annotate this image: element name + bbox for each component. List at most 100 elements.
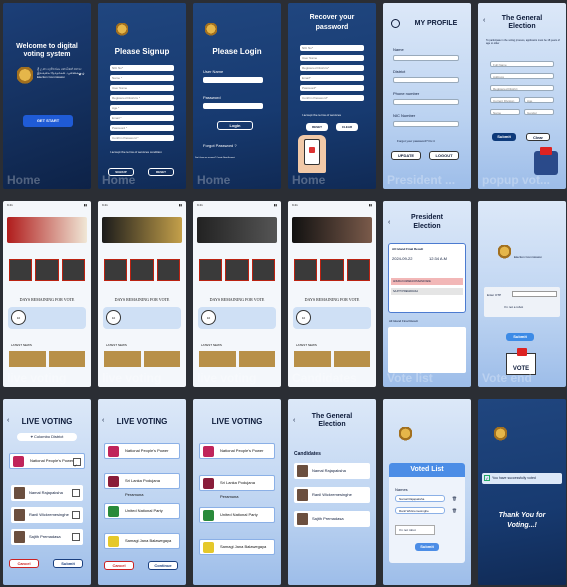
submit-button[interactable]: Submit [53,559,83,568]
candidate-item[interactable]: Ranil Wickremesinghe [294,487,370,503]
username-field[interactable]: User Name [110,85,174,91]
names-label: Names [395,487,408,492]
age-field[interactable]: Age * [110,105,174,111]
org-text: ශ්‍රී ලංකා මැතිවරණ කොමිෂන් සභාව இலங்கை தே… [37,67,85,79]
name-input[interactable] [393,55,459,61]
submit-button[interactable]: Submit [415,543,439,551]
emblem-icon [116,23,128,38]
dashboard-screen-4: 9:41 ▮▮ DAYS REMAINING FOR VOTE 10 LATEST… [288,201,376,387]
party-item[interactable]: National People's Power [104,443,180,459]
clear-button[interactable]: Clear [526,133,550,141]
phone-input[interactable] [393,99,459,105]
nic-field[interactable]: NIC No* [300,45,364,51]
name-field[interactable]: Name * [110,75,174,81]
trash-icon[interactable]: 🗑 [452,508,457,513]
party-item[interactable]: United National Party [104,503,180,519]
org-text: Election Commission [514,255,543,259]
frame-label: Vote end [482,371,532,385]
candidate-thumbnails [104,259,180,281]
age-field[interactable]: Age [524,97,554,103]
nic-field[interactable]: NIC No* [110,65,174,71]
clear-button[interactable]: CLEAR [336,123,358,131]
registered-district-field[interactable]: Registered District [490,85,554,91]
update-button[interactable]: UPDATE [391,151,421,160]
district-input[interactable] [393,77,459,83]
district-selector[interactable]: ⌖ Colombo District [17,433,77,441]
general-election-screen: ‹ The General Election To participate in… [478,3,566,189]
reset-button[interactable]: RESET [148,168,174,176]
npp-logo-icon [13,456,24,467]
selected-party[interactable]: National People's Power ✓ [9,453,85,469]
nic-input[interactable] [393,121,459,127]
party-item[interactable]: Samagi Jana Balawegaya [104,533,180,549]
otp-input[interactable] [512,291,557,297]
continue-button[interactable]: Continue [148,561,178,570]
dashboard-screen-3: 9:41 ▮▮ DAYS REMAINING FOR VOTE 10 LATEST… [193,201,281,387]
emblem-icon [205,23,217,38]
vote-end-screen: Election Commission Enter OTP I'm not a … [478,201,566,387]
password-input[interactable] [203,103,263,109]
login-button[interactable]: Login [217,121,253,130]
candidate-item[interactable]: Namal Rajapaksha [11,485,83,501]
voted-card: Voted List Names Namal Rajapaksha 🗑 Rani… [389,463,465,563]
countdown-timer: 10 [198,307,276,329]
confirm-password-field[interactable]: Confirm Password* [300,95,364,101]
email-field[interactable]: Email * [110,115,174,121]
forgot-password-link[interactable]: Forgot Password ? [203,143,237,148]
submit-button[interactable]: Submit [492,133,516,141]
candidate-item[interactable]: Sajith Premadasa [294,511,370,527]
email-field[interactable]: Email* [300,75,364,81]
party-item[interactable]: Samagi Jana Balawegaya [199,539,275,555]
latest-news-label: LATEST NEWS [201,343,222,347]
password-field[interactable]: Password* [300,85,364,91]
district-field[interactable]: Registered Districts * [110,95,174,101]
days-circle: 10 [296,310,311,325]
frame-label: Vote list [387,371,433,385]
district-field[interactable]: Registered Districts* [300,65,364,71]
get-start-button[interactable]: GET START [23,115,73,127]
fullname-field[interactable]: Full Name [490,61,554,67]
candidate-item[interactable]: Namal Rajapaksha [294,463,370,479]
trash-icon[interactable]: 🗑 [452,496,457,501]
breakdown-label: All Island Final Result [389,319,418,323]
forgot-link[interactable]: Forgot your password? Fix it [397,139,435,143]
frame-label: Home [292,173,326,187]
slpp-logo-icon [108,476,119,487]
division-field[interactable]: Current Division [490,97,520,103]
gender-field[interactable]: Gender [524,109,554,115]
candidate-item[interactable]: Ranil Wickremesinghe [11,507,83,523]
terms-checkbox[interactable]: I accept the terms of services [302,113,341,117]
confirm-password-field[interactable]: Confirm Password * [110,135,174,141]
cancel-button[interactable]: Cancel [104,561,134,570]
name-field[interactable]: Name [490,109,520,115]
live-title: LIVE VOTING [211,417,263,426]
party-item[interactable]: National People's Power [199,443,275,459]
emblem-icon [498,245,511,261]
login-screen: Please Login User Name Password Login Fo… [193,3,281,189]
npp-logo-icon [203,446,214,457]
voted-name-item: Namal Rajapaksha [395,495,445,502]
reset-button[interactable]: RESET [306,123,328,131]
address-field[interactable]: Address [490,73,554,79]
design-board: Welcome to digital voting system ශ්‍රී ල… [0,0,567,587]
welcome-screen: Welcome to digital voting system ශ්‍රී ල… [3,3,91,189]
robot-checkbox[interactable]: I'm not a robot [504,305,523,309]
submit-button[interactable]: Submit [506,333,534,341]
username-label: User Name [203,69,224,74]
party-item[interactable]: Sri Lanka Podujana Peramuna [199,475,275,499]
robot-checkbox[interactable]: I'm not robot [395,525,435,535]
username-input[interactable] [203,77,263,83]
recover-title: Recover your password [309,14,355,31]
candidate-item[interactable]: Sajith Premadasa [11,529,83,545]
latest-news-label: LATEST NEWS [106,343,127,347]
candidate-thumbnails [9,259,85,281]
latest-news-label: LATEST NEWS [11,343,32,347]
username-field[interactable]: User Name [300,55,364,61]
cancel-button[interactable]: Cancel [9,559,39,568]
checkbox [72,511,80,519]
logout-button[interactable]: LOGOUT [429,151,459,160]
party-item[interactable]: United National Party [199,507,275,523]
terms-checkbox[interactable]: I accept the terms of services condition [110,150,162,154]
party-item[interactable]: Sri Lanka Podujana Peramuna [104,473,180,497]
password-field[interactable]: Password * [110,125,174,131]
